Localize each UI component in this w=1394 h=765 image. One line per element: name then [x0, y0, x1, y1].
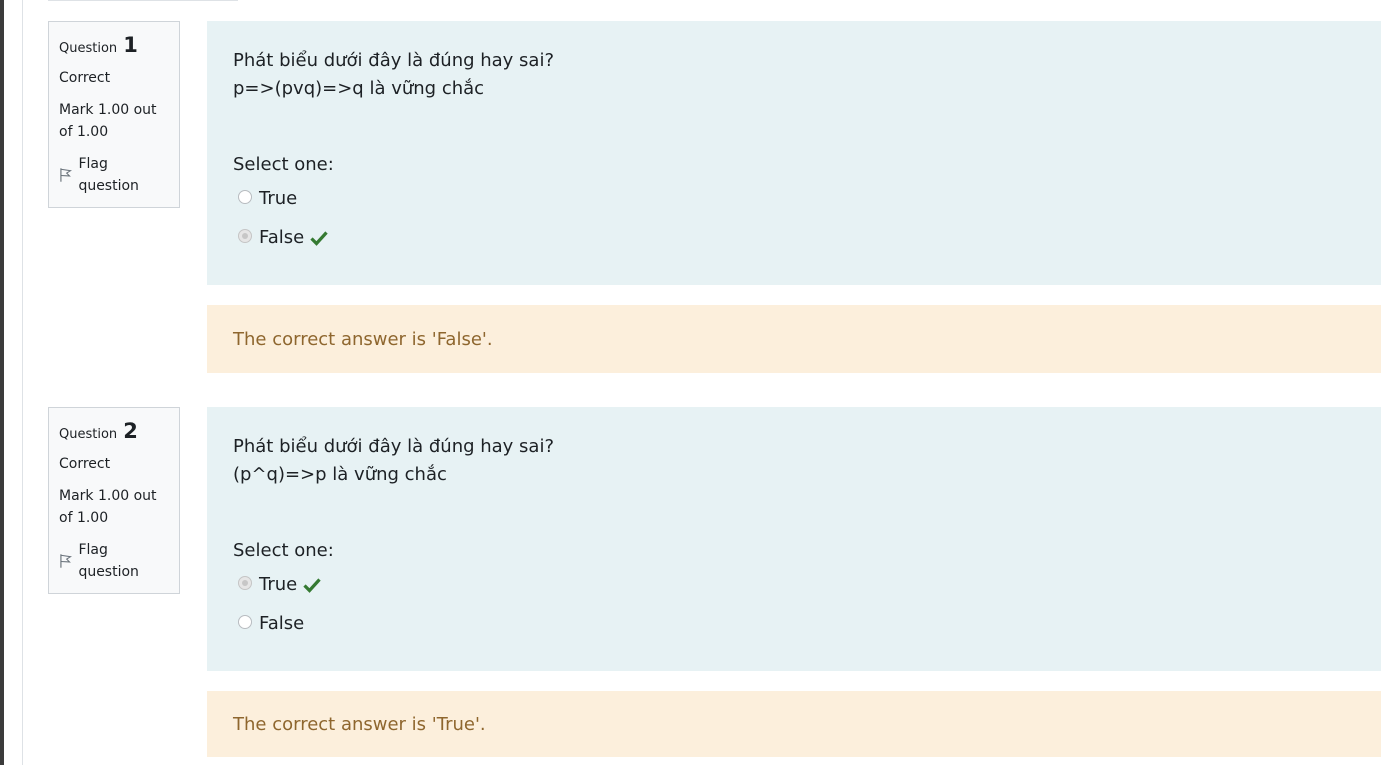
- answer-prompt: Select one:: [233, 540, 334, 561]
- check-icon: [310, 231, 328, 246]
- question-state: Correct: [59, 70, 111, 86]
- flag-question-label: Flag question: [78, 156, 139, 194]
- top-divider: [48, 0, 238, 1]
- content-divider: [22, 0, 23, 765]
- question-feedback: The correct answer is 'False'.: [207, 305, 1381, 373]
- flag-question-label: Flag question: [78, 542, 139, 580]
- window-edge: [0, 0, 4, 765]
- answer-option-false[interactable]: False: [233, 610, 1355, 638]
- question-grade: Mark 1.00 out of 1.00: [59, 488, 157, 526]
- flag-icon: [60, 168, 73, 182]
- answer-label-false: False: [259, 227, 305, 248]
- answer-label-true: True: [259, 188, 298, 209]
- question-formulation: Phát biểu dưới đây là đúng hay sai? (p^q…: [207, 407, 1381, 671]
- question-text-line-2: p=>(pvq)=>q là vững chắc: [233, 78, 485, 99]
- question-state: Correct: [59, 456, 111, 472]
- right-answer-text: The correct answer is 'False'.: [233, 328, 493, 350]
- radio-false[interactable]: [238, 615, 252, 629]
- question-grade: Mark 1.00 out of 1.00: [59, 102, 157, 140]
- check-icon: [303, 578, 321, 593]
- question-number-line: Question 2: [59, 418, 169, 448]
- flag-icon: [60, 554, 73, 568]
- radio-false[interactable]: [238, 229, 252, 243]
- answer-prompt: Select one:: [233, 154, 334, 175]
- answer-label-true: True: [259, 574, 298, 595]
- question-number: 2: [123, 419, 138, 443]
- answer-option-true[interactable]: True: [233, 571, 1355, 599]
- question-formulation: Phát biểu dưới đây là đúng hay sai? p=>(…: [207, 21, 1381, 285]
- question-label: Question: [59, 427, 118, 442]
- answer-label-false: False: [259, 613, 305, 634]
- question-number: 1: [123, 33, 138, 57]
- question-label: Question: [59, 41, 118, 56]
- question-info: Question 2 Correct Mark 1.00 out of 1.00…: [48, 407, 180, 594]
- question-text-line-2: (p^q)=>p là vững chắc: [233, 464, 447, 485]
- answer-option-false[interactable]: False: [233, 224, 1355, 252]
- right-answer-text: The correct answer is 'True'.: [233, 713, 486, 735]
- question-info: Question 1 Correct Mark 1.00 out of 1.00…: [48, 21, 180, 208]
- flag-question-link[interactable]: Flag question: [59, 539, 169, 583]
- question-text-line-1: Phát biểu dưới đây là đúng hay sai?: [233, 436, 555, 457]
- question-feedback: The correct answer is 'True'.: [207, 691, 1381, 757]
- radio-true[interactable]: [238, 576, 252, 590]
- question-text-line-1: Phát biểu dưới đây là đúng hay sai?: [233, 50, 555, 71]
- radio-true[interactable]: [238, 190, 252, 204]
- flag-question-link[interactable]: Flag question: [59, 153, 169, 197]
- answer-option-true[interactable]: True: [233, 185, 1355, 213]
- question-number-line: Question 1: [59, 32, 169, 62]
